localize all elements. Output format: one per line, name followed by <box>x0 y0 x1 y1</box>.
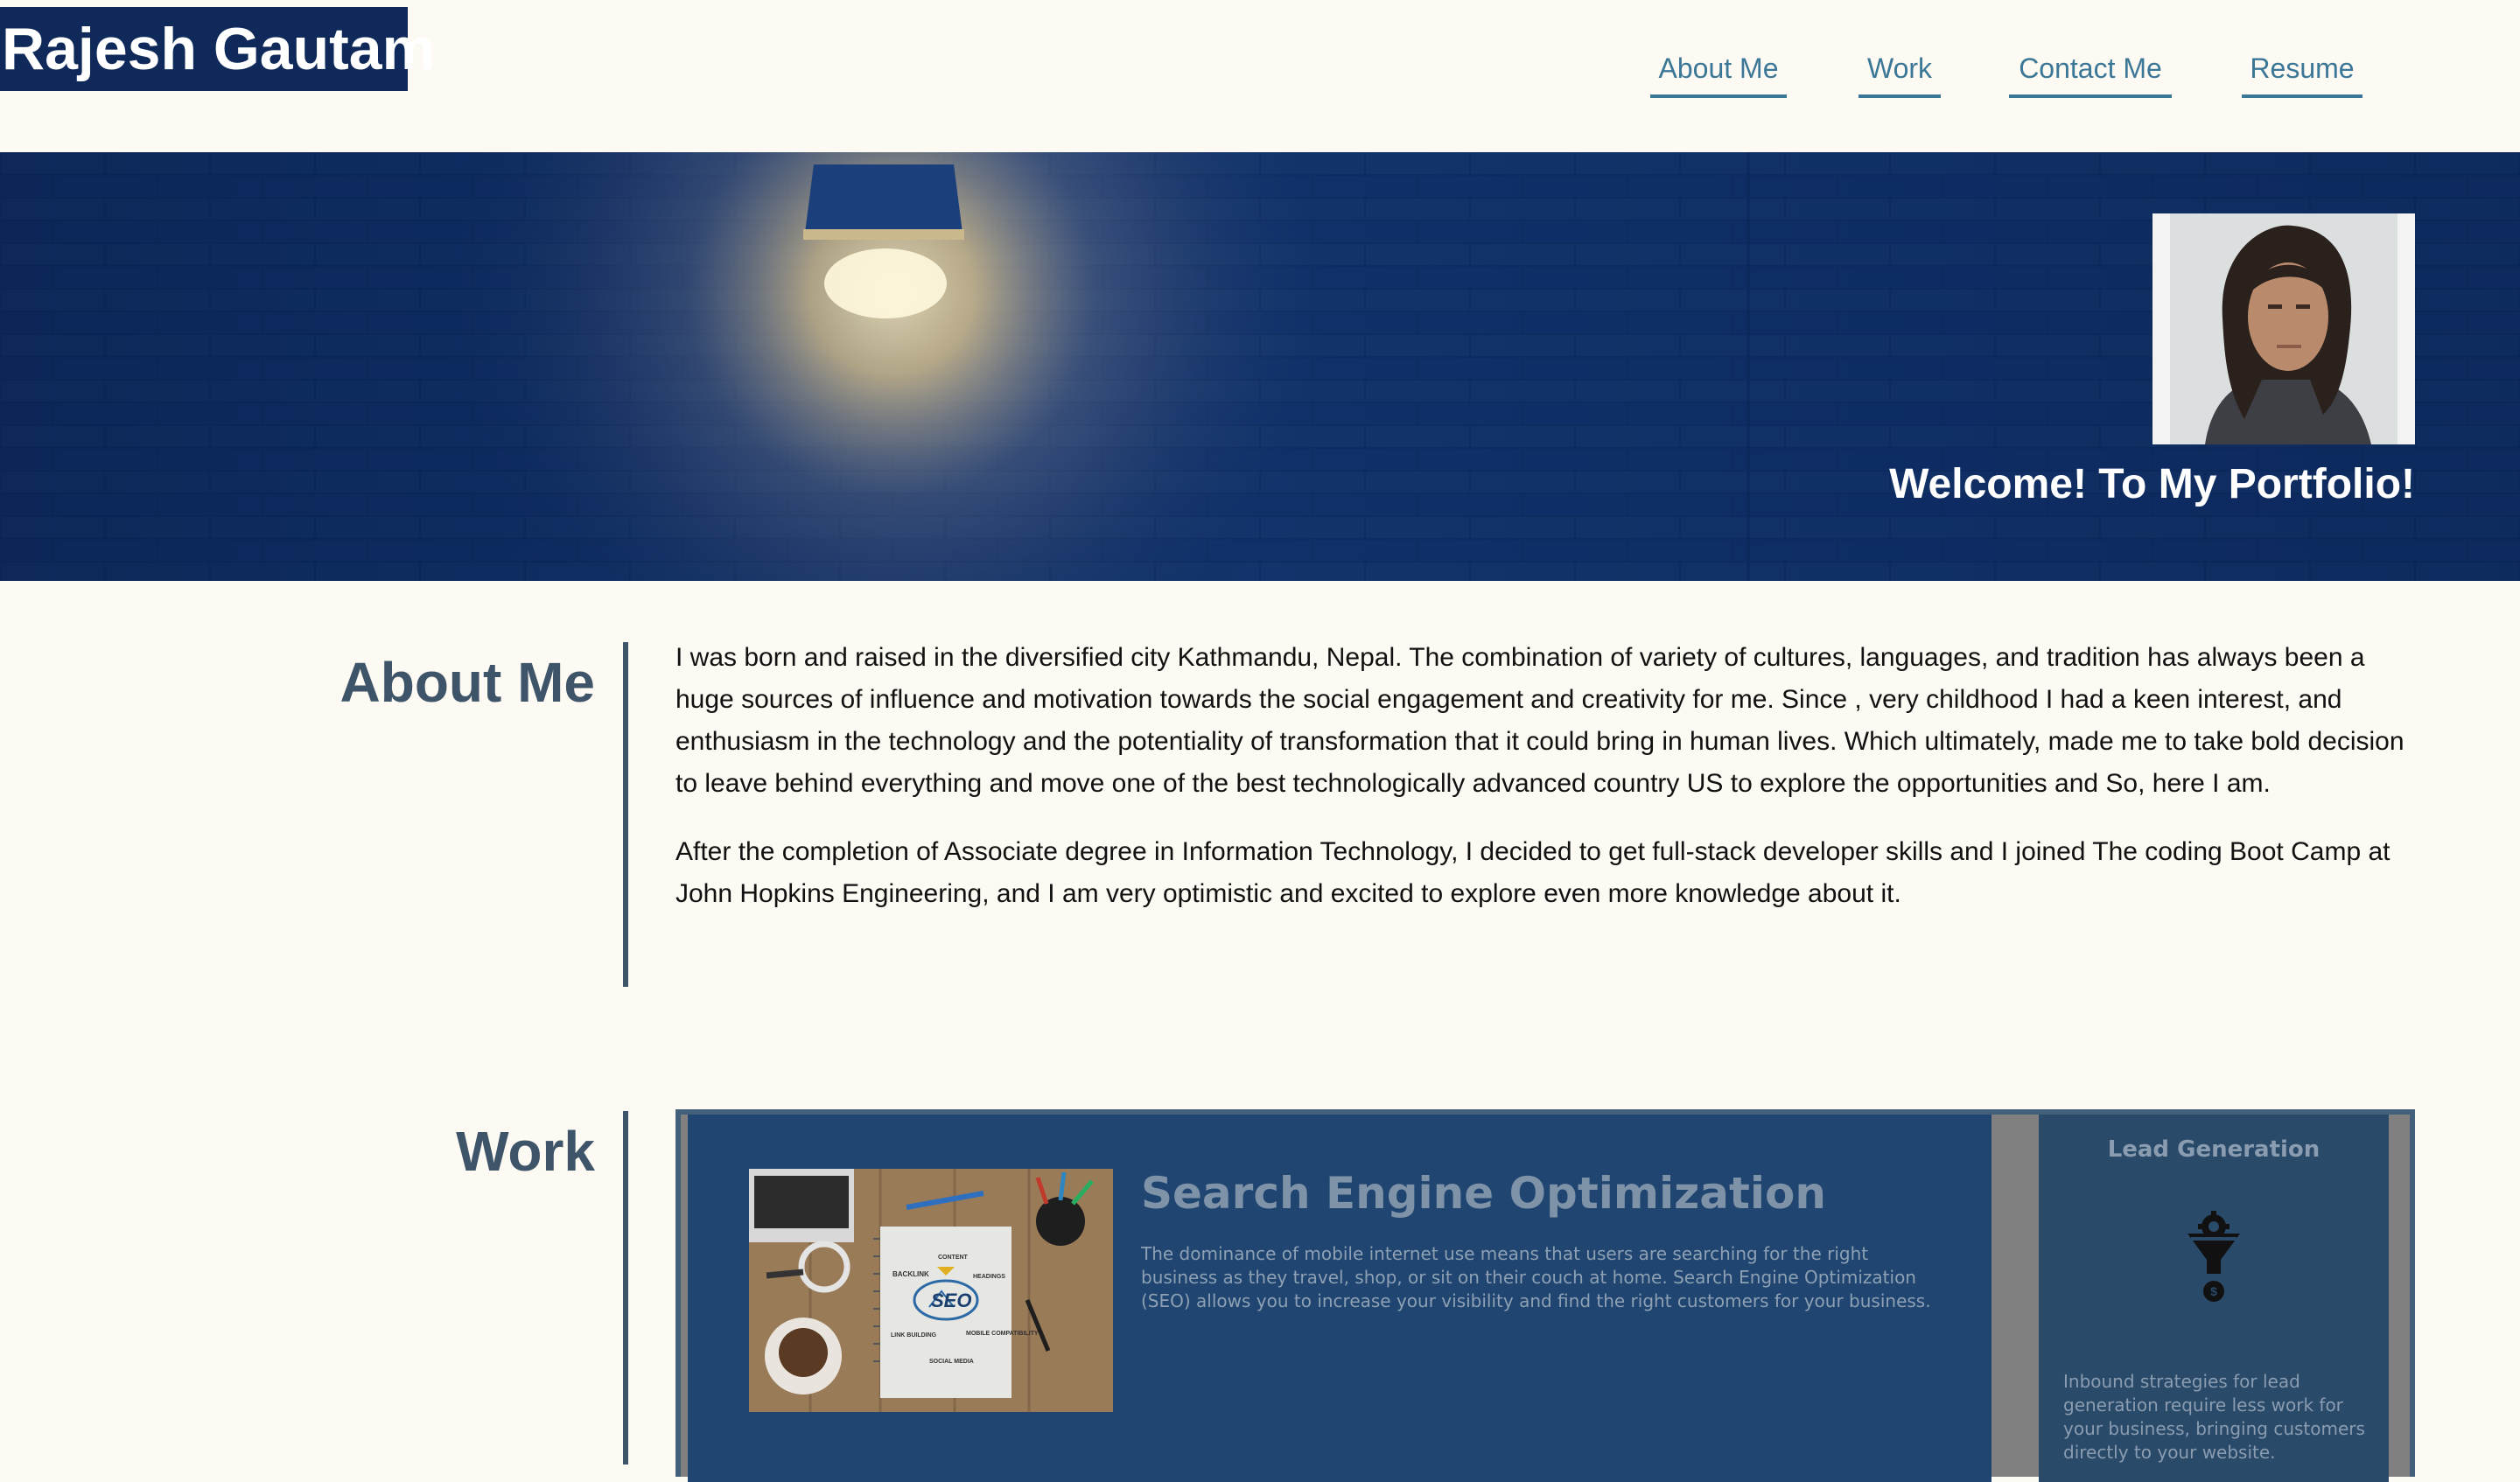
work-heading: Work <box>456 1120 595 1183</box>
seo-image-label: CONTENT <box>938 1255 969 1261</box>
brick-wall-background <box>0 152 2520 581</box>
hero-banner: Welcome! To My Portfolio! <box>0 152 2520 581</box>
dollar-symbol: $ <box>2210 1284 2217 1298</box>
seo-description: The dominance of mobile internet use mea… <box>1141 1243 1931 1311</box>
lead-description: Inbound strategies for lead generation r… <box>2063 1371 2365 1463</box>
nav-link-about-me[interactable]: About Me <box>1650 51 1787 98</box>
seo-image-label: HEADINGS <box>973 1274 1005 1280</box>
about-heading: About Me <box>340 651 596 714</box>
seo-image: CONTENT BACKLINK HEADINGS SEO LINK BUILD… <box>749 1169 1113 1412</box>
work-divider <box>623 1111 628 1465</box>
work-panel: CONTENT BACKLINK HEADINGS SEO LINK BUILD… <box>676 1109 2415 1482</box>
about-text: I was born and raised in the diversified… <box>676 637 2426 941</box>
hero-title: Welcome! To My Portfolio! <box>1889 461 2415 507</box>
main-nav: About Me Work Contact Me Resume <box>0 51 2520 103</box>
seo-image-label: SOCIAL MEDIA <box>929 1359 974 1365</box>
seo-card[interactable]: CONTENT BACKLINK HEADINGS SEO LINK BUILD… <box>688 1115 1992 1482</box>
profile-photo-frame <box>2152 213 2415 444</box>
profile-photo <box>2170 213 2398 444</box>
funnel-gear-icon: $ <box>2188 1211 2240 1302</box>
seo-title: Search Engine Optimization <box>1141 1168 1826 1219</box>
nav-link-contact-me[interactable]: Contact Me <box>2009 51 2172 98</box>
seo-image-label: SEO <box>931 1290 971 1311</box>
about-paragraph: I was born and raised in the diversified… <box>676 643 2404 798</box>
site-header: Rajesh Gautam About Me Work Contact Me R… <box>0 0 2520 152</box>
lead-generation-card[interactable]: Lead Generation $ Inbound strategies for… <box>2039 1115 2389 1482</box>
about-divider <box>623 642 628 987</box>
about-paragraph: After the completion of Associate degree… <box>676 837 2390 908</box>
nav-link-work[interactable]: Work <box>1858 51 1941 98</box>
seo-image-label: BACKLINK <box>892 1270 929 1278</box>
seo-image-label: LINK BUILDING <box>891 1332 937 1339</box>
lead-title: Lead Generation <box>2107 1136 2320 1163</box>
seo-image-label: MOBILE COMPATIBILITY <box>966 1331 1039 1337</box>
nav-link-resume[interactable]: Resume <box>2242 51 2362 98</box>
